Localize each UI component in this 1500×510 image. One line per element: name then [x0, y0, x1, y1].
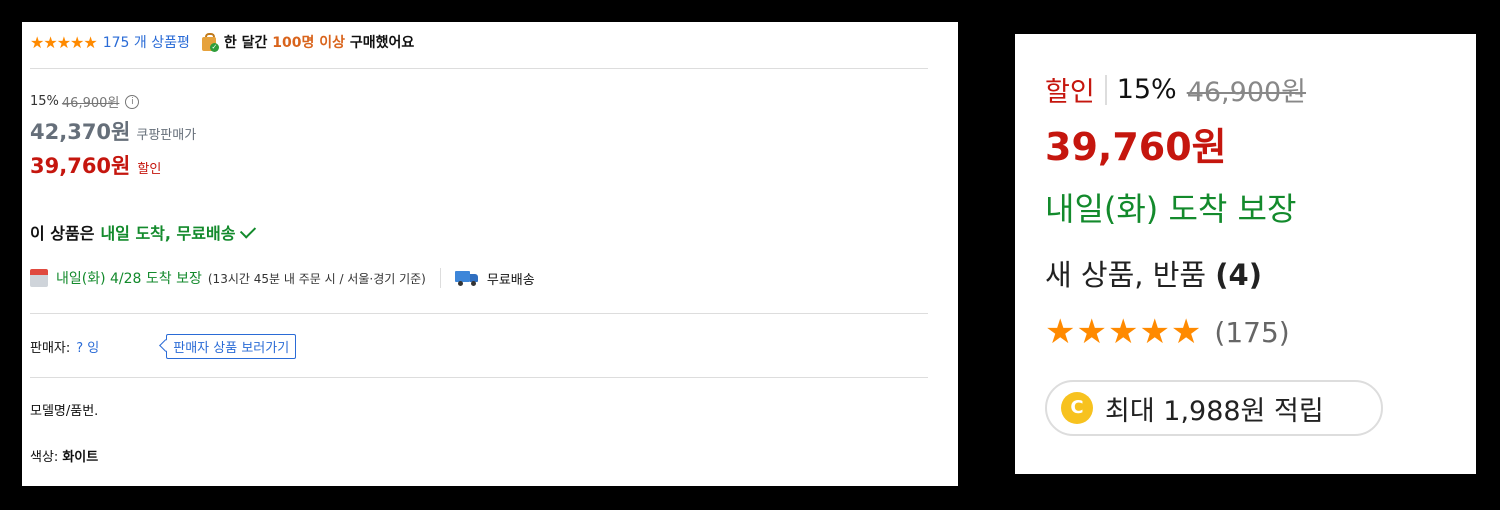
- sale-price-line: 39,760원 할인: [30, 150, 161, 180]
- discount-percent: 15%: [30, 94, 59, 109]
- discount-line: 할인 15% 46,900원: [1045, 70, 1306, 109]
- coupang-price: 42,370원: [30, 120, 131, 144]
- sale-price-label: 할인: [137, 162, 162, 177]
- purchase-count-text: 한 달간 100명 이상 구매했어요: [224, 32, 414, 52]
- color-option: 색상: 화이트: [30, 446, 98, 465]
- final-price: 39,760원: [1045, 125, 1227, 169]
- purchase-prefix: 한 달간: [223, 35, 268, 51]
- return-info: 새 상품, 반품 (4): [1045, 252, 1262, 294]
- seller-products-button[interactable]: 판매자 상품 보러가기: [166, 333, 297, 359]
- coupang-price-label: 쿠팡판매가: [136, 128, 197, 143]
- coin-icon: C: [1061, 392, 1093, 424]
- color-label: 색상:: [30, 450, 59, 465]
- vertical-divider: [1104, 74, 1107, 105]
- arrival-row: 내일(화) 4/28 도착 보장 (13시간 45분 내 주문 시 / 서울·경…: [30, 266, 535, 290]
- delivery-headline-green: 내일 도착, 무료배송: [100, 224, 236, 243]
- arrival-guarantee: 내일(화) 도착 보장: [1045, 190, 1297, 228]
- sale-price: 39,760원: [30, 154, 131, 178]
- rating-row[interactable]: ★★★★★ (175): [1045, 312, 1290, 352]
- original-price: 46,900원: [61, 96, 120, 111]
- cashback-text: 최대 1,988원 적립: [1105, 395, 1324, 427]
- return-count[interactable]: (4): [1215, 258, 1262, 292]
- cashback-badge[interactable]: C 최대 1,988원 적립: [1045, 380, 1383, 436]
- star-rating-icon: ★★★★★: [30, 32, 98, 52]
- seller-label: 판매자:: [30, 340, 71, 356]
- review-count: (175): [1214, 315, 1290, 349]
- check-icon: [240, 221, 257, 239]
- seller-row: 판매자: ? 잉 판매자 상품 보러가기: [30, 333, 297, 359]
- discount-percent: 15%: [1116, 74, 1177, 105]
- price-summary-panel: 할인 15% 46,900원 39,760원 내일(화) 도착 보장 새 상품,…: [1015, 34, 1476, 474]
- seller-name-link[interactable]: ? 잉: [76, 337, 160, 356]
- original-price: 46,900원: [1186, 77, 1307, 108]
- rating-row: ★★★★★ 175 개 상품평 ✓ 한 달간 100명 이상 구매했어요: [30, 30, 414, 54]
- shopping-bag-icon: ✓: [201, 33, 219, 52]
- divider: [30, 313, 928, 314]
- star-rating-icon: ★★★★★: [1045, 312, 1203, 352]
- purchase-highlight: 100명 이상: [272, 35, 346, 51]
- model-number: 모델명/품번.: [30, 404, 99, 419]
- purchase-suffix: 구매했어요: [349, 35, 415, 51]
- review-count-link[interactable]: 175 개 상품평: [103, 32, 190, 52]
- product-detail-panel: ★★★★★ 175 개 상품평 ✓ 한 달간 100명 이상 구매했어요 15%…: [22, 22, 958, 486]
- delivery-headline: 이 상품은 내일 도착, 무료배송: [30, 220, 257, 244]
- delivery-headline-prefix: 이 상품은: [30, 224, 95, 243]
- arrival-guarantee: 내일(화) 4/28 도착 보장: [56, 271, 202, 287]
- divider: [30, 377, 928, 378]
- divider: [30, 68, 928, 69]
- vertical-divider: [439, 268, 441, 288]
- free-shipping-label: 무료배송: [486, 272, 535, 288]
- color-value: 화이트: [62, 450, 99, 465]
- coupang-price-line: 42,370원 쿠팡판매가: [30, 116, 196, 146]
- truck-icon: [454, 270, 479, 286]
- original-price-line: 15% 46,900원 i: [30, 92, 140, 111]
- sale-label: 할인: [1045, 77, 1095, 108]
- info-icon[interactable]: i: [125, 94, 140, 109]
- calendar-icon: [30, 269, 48, 287]
- return-text: 새 상품, 반품: [1045, 258, 1207, 292]
- arrival-note: (13시간 45분 내 주문 시 / 서울·경기 기준): [207, 271, 426, 286]
